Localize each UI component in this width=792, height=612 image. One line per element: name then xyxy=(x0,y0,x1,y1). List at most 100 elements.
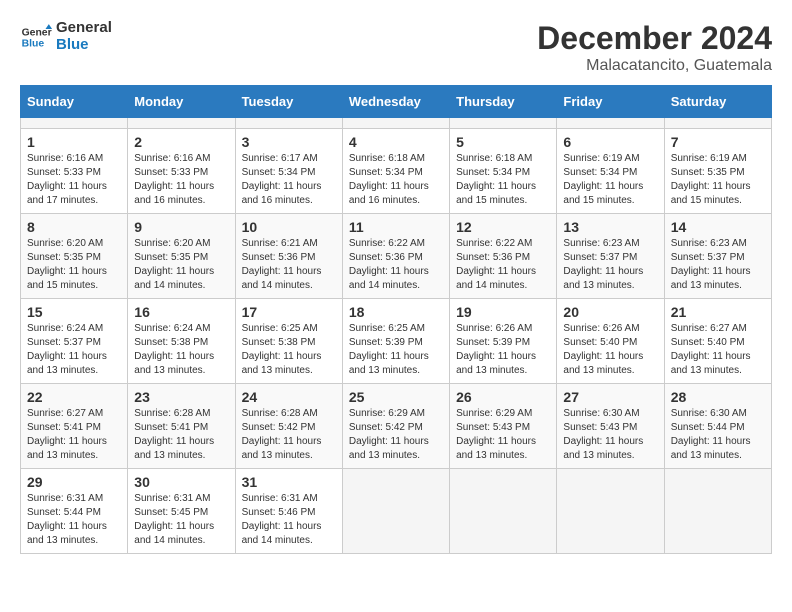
day-number: 6 xyxy=(563,134,657,150)
calendar-cell xyxy=(557,469,664,554)
day-number: 27 xyxy=(563,389,657,405)
day-number: 20 xyxy=(563,304,657,320)
day-number: 4 xyxy=(349,134,443,150)
day-detail: Sunrise: 6:20 AMSunset: 5:35 PMDaylight:… xyxy=(27,238,107,291)
calendar-cell xyxy=(342,118,449,129)
day-detail: Sunrise: 6:17 AMSunset: 5:34 PMDaylight:… xyxy=(242,153,322,206)
day-number: 17 xyxy=(242,304,336,320)
day-number: 12 xyxy=(456,219,550,235)
calendar-cell: 28 Sunrise: 6:30 AMSunset: 5:44 PMDaylig… xyxy=(664,384,771,469)
calendar-cell: 5 Sunrise: 6:18 AMSunset: 5:34 PMDayligh… xyxy=(450,129,557,214)
calendar-cell: 1 Sunrise: 6:16 AMSunset: 5:33 PMDayligh… xyxy=(21,129,128,214)
day-detail: Sunrise: 6:30 AMSunset: 5:44 PMDaylight:… xyxy=(671,408,751,461)
day-detail: Sunrise: 6:31 AMSunset: 5:45 PMDaylight:… xyxy=(134,493,214,546)
calendar-cell xyxy=(128,118,235,129)
day-detail: Sunrise: 6:19 AMSunset: 5:34 PMDaylight:… xyxy=(563,153,643,206)
svg-text:Blue: Blue xyxy=(22,38,45,49)
calendar-cell: 30 Sunrise: 6:31 AMSunset: 5:45 PMDaylig… xyxy=(128,469,235,554)
calendar-body: 1 Sunrise: 6:16 AMSunset: 5:33 PMDayligh… xyxy=(21,118,772,554)
day-detail: Sunrise: 6:29 AMSunset: 5:43 PMDaylight:… xyxy=(456,408,536,461)
logo-icon: General Blue xyxy=(20,21,52,53)
calendar-cell: 3 Sunrise: 6:17 AMSunset: 5:34 PMDayligh… xyxy=(235,129,342,214)
day-detail: Sunrise: 6:20 AMSunset: 5:35 PMDaylight:… xyxy=(134,238,214,291)
day-number: 16 xyxy=(134,304,228,320)
calendar-cell xyxy=(450,469,557,554)
calendar-cell xyxy=(235,118,342,129)
calendar-cell: 24 Sunrise: 6:28 AMSunset: 5:42 PMDaylig… xyxy=(235,384,342,469)
calendar-cell: 19 Sunrise: 6:26 AMSunset: 5:39 PMDaylig… xyxy=(450,299,557,384)
day-detail: Sunrise: 6:23 AMSunset: 5:37 PMDaylight:… xyxy=(671,238,751,291)
week-row-3: 15 Sunrise: 6:24 AMSunset: 5:37 PMDaylig… xyxy=(21,299,772,384)
dow-sunday: Sunday xyxy=(21,86,128,118)
day-number: 8 xyxy=(27,219,121,235)
week-row-2: 8 Sunrise: 6:20 AMSunset: 5:35 PMDayligh… xyxy=(21,214,772,299)
day-number: 5 xyxy=(456,134,550,150)
day-number: 13 xyxy=(563,219,657,235)
dow-thursday: Thursday xyxy=(450,86,557,118)
day-detail: Sunrise: 6:22 AMSunset: 5:36 PMDaylight:… xyxy=(349,238,429,291)
calendar-cell: 21 Sunrise: 6:27 AMSunset: 5:40 PMDaylig… xyxy=(664,299,771,384)
calendar-cell xyxy=(342,469,449,554)
sub-title: Malacatancito, Guatemala xyxy=(537,57,772,75)
day-number: 22 xyxy=(27,389,121,405)
calendar-cell: 4 Sunrise: 6:18 AMSunset: 5:34 PMDayligh… xyxy=(342,129,449,214)
day-number: 14 xyxy=(671,219,765,235)
week-row-0 xyxy=(21,118,772,129)
calendar-cell: 29 Sunrise: 6:31 AMSunset: 5:44 PMDaylig… xyxy=(21,469,128,554)
day-detail: Sunrise: 6:21 AMSunset: 5:36 PMDaylight:… xyxy=(242,238,322,291)
dow-tuesday: Tuesday xyxy=(235,86,342,118)
day-number: 31 xyxy=(242,474,336,490)
calendar-cell: 15 Sunrise: 6:24 AMSunset: 5:37 PMDaylig… xyxy=(21,299,128,384)
calendar-cell: 9 Sunrise: 6:20 AMSunset: 5:35 PMDayligh… xyxy=(128,214,235,299)
day-detail: Sunrise: 6:28 AMSunset: 5:42 PMDaylight:… xyxy=(242,408,322,461)
day-detail: Sunrise: 6:24 AMSunset: 5:38 PMDaylight:… xyxy=(134,323,214,376)
calendar-cell: 17 Sunrise: 6:25 AMSunset: 5:38 PMDaylig… xyxy=(235,299,342,384)
day-detail: Sunrise: 6:29 AMSunset: 5:42 PMDaylight:… xyxy=(349,408,429,461)
calendar-cell: 26 Sunrise: 6:29 AMSunset: 5:43 PMDaylig… xyxy=(450,384,557,469)
week-row-4: 22 Sunrise: 6:27 AMSunset: 5:41 PMDaylig… xyxy=(21,384,772,469)
day-number: 2 xyxy=(134,134,228,150)
day-detail: Sunrise: 6:27 AMSunset: 5:40 PMDaylight:… xyxy=(671,323,751,376)
day-detail: Sunrise: 6:25 AMSunset: 5:38 PMDaylight:… xyxy=(242,323,322,376)
day-number: 25 xyxy=(349,389,443,405)
calendar-cell: 20 Sunrise: 6:26 AMSunset: 5:40 PMDaylig… xyxy=(557,299,664,384)
day-number: 24 xyxy=(242,389,336,405)
day-detail: Sunrise: 6:31 AMSunset: 5:46 PMDaylight:… xyxy=(242,493,322,546)
calendar-cell xyxy=(664,469,771,554)
calendar-cell: 16 Sunrise: 6:24 AMSunset: 5:38 PMDaylig… xyxy=(128,299,235,384)
calendar-cell: 14 Sunrise: 6:23 AMSunset: 5:37 PMDaylig… xyxy=(664,214,771,299)
day-detail: Sunrise: 6:23 AMSunset: 5:37 PMDaylight:… xyxy=(563,238,643,291)
calendar-cell: 23 Sunrise: 6:28 AMSunset: 5:41 PMDaylig… xyxy=(128,384,235,469)
day-number: 19 xyxy=(456,304,550,320)
day-number: 18 xyxy=(349,304,443,320)
calendar-cell: 8 Sunrise: 6:20 AMSunset: 5:35 PMDayligh… xyxy=(21,214,128,299)
dow-friday: Friday xyxy=(557,86,664,118)
day-detail: Sunrise: 6:28 AMSunset: 5:41 PMDaylight:… xyxy=(134,408,214,461)
calendar-table: SundayMondayTuesdayWednesdayThursdayFrid… xyxy=(20,85,772,554)
day-detail: Sunrise: 6:26 AMSunset: 5:39 PMDaylight:… xyxy=(456,323,536,376)
day-number: 11 xyxy=(349,219,443,235)
day-number: 15 xyxy=(27,304,121,320)
calendar-cell: 27 Sunrise: 6:30 AMSunset: 5:43 PMDaylig… xyxy=(557,384,664,469)
day-detail: Sunrise: 6:19 AMSunset: 5:35 PMDaylight:… xyxy=(671,153,751,206)
day-detail: Sunrise: 6:22 AMSunset: 5:36 PMDaylight:… xyxy=(456,238,536,291)
calendar-cell xyxy=(557,118,664,129)
day-number: 26 xyxy=(456,389,550,405)
day-number: 23 xyxy=(134,389,228,405)
calendar-cell: 13 Sunrise: 6:23 AMSunset: 5:37 PMDaylig… xyxy=(557,214,664,299)
day-number: 3 xyxy=(242,134,336,150)
logo-general: General xyxy=(56,19,112,36)
calendar-cell xyxy=(664,118,771,129)
week-row-1: 1 Sunrise: 6:16 AMSunset: 5:33 PMDayligh… xyxy=(21,129,772,214)
day-detail: Sunrise: 6:16 AMSunset: 5:33 PMDaylight:… xyxy=(134,153,214,206)
calendar-cell: 31 Sunrise: 6:31 AMSunset: 5:46 PMDaylig… xyxy=(235,469,342,554)
day-detail: Sunrise: 6:16 AMSunset: 5:33 PMDaylight:… xyxy=(27,153,107,206)
calendar-cell: 2 Sunrise: 6:16 AMSunset: 5:33 PMDayligh… xyxy=(128,129,235,214)
day-detail: Sunrise: 6:25 AMSunset: 5:39 PMDaylight:… xyxy=(349,323,429,376)
calendar-cell: 25 Sunrise: 6:29 AMSunset: 5:42 PMDaylig… xyxy=(342,384,449,469)
main-title: December 2024 xyxy=(537,20,772,57)
day-number: 1 xyxy=(27,134,121,150)
logo-blue: Blue xyxy=(56,36,89,53)
calendar-cell: 22 Sunrise: 6:27 AMSunset: 5:41 PMDaylig… xyxy=(21,384,128,469)
calendar-cell: 11 Sunrise: 6:22 AMSunset: 5:36 PMDaylig… xyxy=(342,214,449,299)
